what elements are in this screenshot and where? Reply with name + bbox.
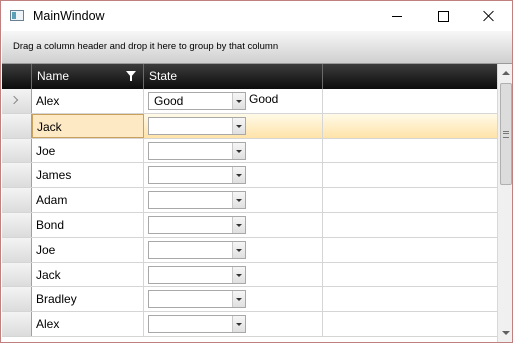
row-indicator[interactable]: [2, 212, 32, 237]
name-cell[interactable]: Jack: [32, 113, 144, 138]
chevron-down-icon[interactable]: [232, 192, 245, 209]
state-combobox[interactable]: [148, 240, 246, 259]
column-header-state-label: State: [149, 69, 178, 83]
minimize-icon: [392, 15, 402, 17]
row-indicator[interactable]: [2, 262, 32, 287]
row-header-corner: [2, 64, 32, 89]
column-header-name-label: Name: [37, 69, 70, 83]
current-row-arrow-icon: [9, 95, 19, 105]
name-cell[interactable]: Bond: [32, 212, 144, 237]
name-cell[interactable]: Alex: [32, 89, 144, 113]
state-text: Good: [249, 92, 279, 106]
state-cell: [144, 312, 323, 336]
chevron-down-icon[interactable]: [232, 93, 245, 109]
state-combobox[interactable]: [148, 290, 246, 309]
state-cell: [144, 262, 323, 287]
state-cell: [144, 163, 323, 188]
chevron-down-icon[interactable]: [232, 216, 245, 233]
table-row[interactable]: Alex Good Good: [2, 89, 497, 114]
state-combobox[interactable]: [148, 215, 246, 234]
scroll-up-button[interactable]: [498, 64, 512, 81]
maximize-icon: [437, 10, 449, 22]
state-cell: Good Good: [144, 89, 323, 113]
table-row[interactable]: Joe: [2, 237, 497, 263]
window-title: MainWindow: [33, 9, 105, 23]
minimize-button[interactable]: [374, 1, 420, 31]
state-cell: [144, 113, 323, 138]
chevron-down-icon[interactable]: [232, 117, 245, 134]
row-indicator[interactable]: [2, 89, 32, 113]
app-window-icon: [10, 10, 24, 21]
table-row[interactable]: Adam: [2, 188, 497, 213]
name-cell[interactable]: Joe: [32, 237, 144, 262]
state-combobox[interactable]: [148, 141, 246, 160]
grid-header: Name State: [2, 64, 497, 89]
filter-icon[interactable]: [126, 71, 136, 81]
row-indicator[interactable]: [2, 138, 32, 163]
grid-rows: Alex Good Good Jack Joe James Adam Bond Joe Jack B…: [2, 89, 497, 337]
name-cell[interactable]: James: [32, 163, 144, 188]
state-combobox[interactable]: [148, 116, 246, 135]
row-indicator[interactable]: [2, 312, 32, 336]
table-row[interactable]: James: [2, 163, 497, 189]
table-row[interactable]: Bond: [2, 212, 497, 238]
data-grid: Drag a column header and drop it here to…: [2, 31, 512, 342]
vertical-scrollbar[interactable]: [497, 64, 512, 342]
state-cell: [144, 188, 323, 212]
chevron-down-icon[interactable]: [232, 241, 245, 258]
chevron-down-icon[interactable]: [232, 167, 245, 184]
state-cell: [144, 237, 323, 262]
row-indicator[interactable]: [2, 237, 32, 262]
state-combobox[interactable]: [148, 265, 246, 284]
name-cell[interactable]: Joe: [32, 138, 144, 163]
scroll-down-button[interactable]: [498, 325, 512, 342]
state-combobox[interactable]: [148, 166, 246, 185]
column-header-filler: [323, 64, 497, 89]
state-combobox[interactable]: [148, 315, 246, 334]
state-cell: [144, 212, 323, 237]
chevron-down-icon[interactable]: [232, 291, 245, 308]
main-window: MainWindow Drag a column header and drop…: [0, 0, 513, 343]
group-panel-text: Drag a column header and drop it here to…: [13, 41, 279, 52]
table-row[interactable]: Jack: [2, 262, 497, 288]
chevron-down-icon[interactable]: [232, 316, 245, 333]
table-row[interactable]: Joe: [2, 138, 497, 164]
maximize-button[interactable]: [420, 1, 466, 31]
table-row[interactable]: Jack: [2, 113, 497, 139]
table-row[interactable]: Alex: [2, 312, 497, 337]
grip-icon: [503, 131, 509, 138]
column-header-state[interactable]: State: [144, 64, 323, 89]
name-cell[interactable]: Adam: [32, 188, 144, 212]
row-indicator[interactable]: [2, 188, 32, 212]
group-panel[interactable]: Drag a column header and drop it here to…: [2, 31, 512, 64]
row-indicator[interactable]: [2, 287, 32, 312]
name-cell[interactable]: Bradley: [32, 287, 144, 312]
chevron-down-icon[interactable]: [232, 142, 245, 159]
column-header-name[interactable]: Name: [32, 64, 144, 89]
name-cell[interactable]: Jack: [32, 262, 144, 287]
state-combobox[interactable]: [148, 191, 246, 210]
close-icon: [483, 10, 495, 22]
state-cell: [144, 138, 323, 163]
row-indicator[interactable]: [2, 163, 32, 188]
state-combobox[interactable]: Good: [148, 92, 246, 110]
state-combobox-value: Good: [154, 94, 184, 108]
close-button[interactable]: [466, 1, 512, 31]
state-cell: [144, 287, 323, 312]
row-indicator[interactable]: [2, 113, 32, 138]
chevron-down-icon[interactable]: [232, 266, 245, 283]
table-row[interactable]: Bradley: [2, 287, 497, 313]
name-cell[interactable]: Alex: [32, 312, 144, 336]
scroll-thumb[interactable]: [500, 83, 512, 185]
title-bar[interactable]: MainWindow: [1, 1, 512, 31]
